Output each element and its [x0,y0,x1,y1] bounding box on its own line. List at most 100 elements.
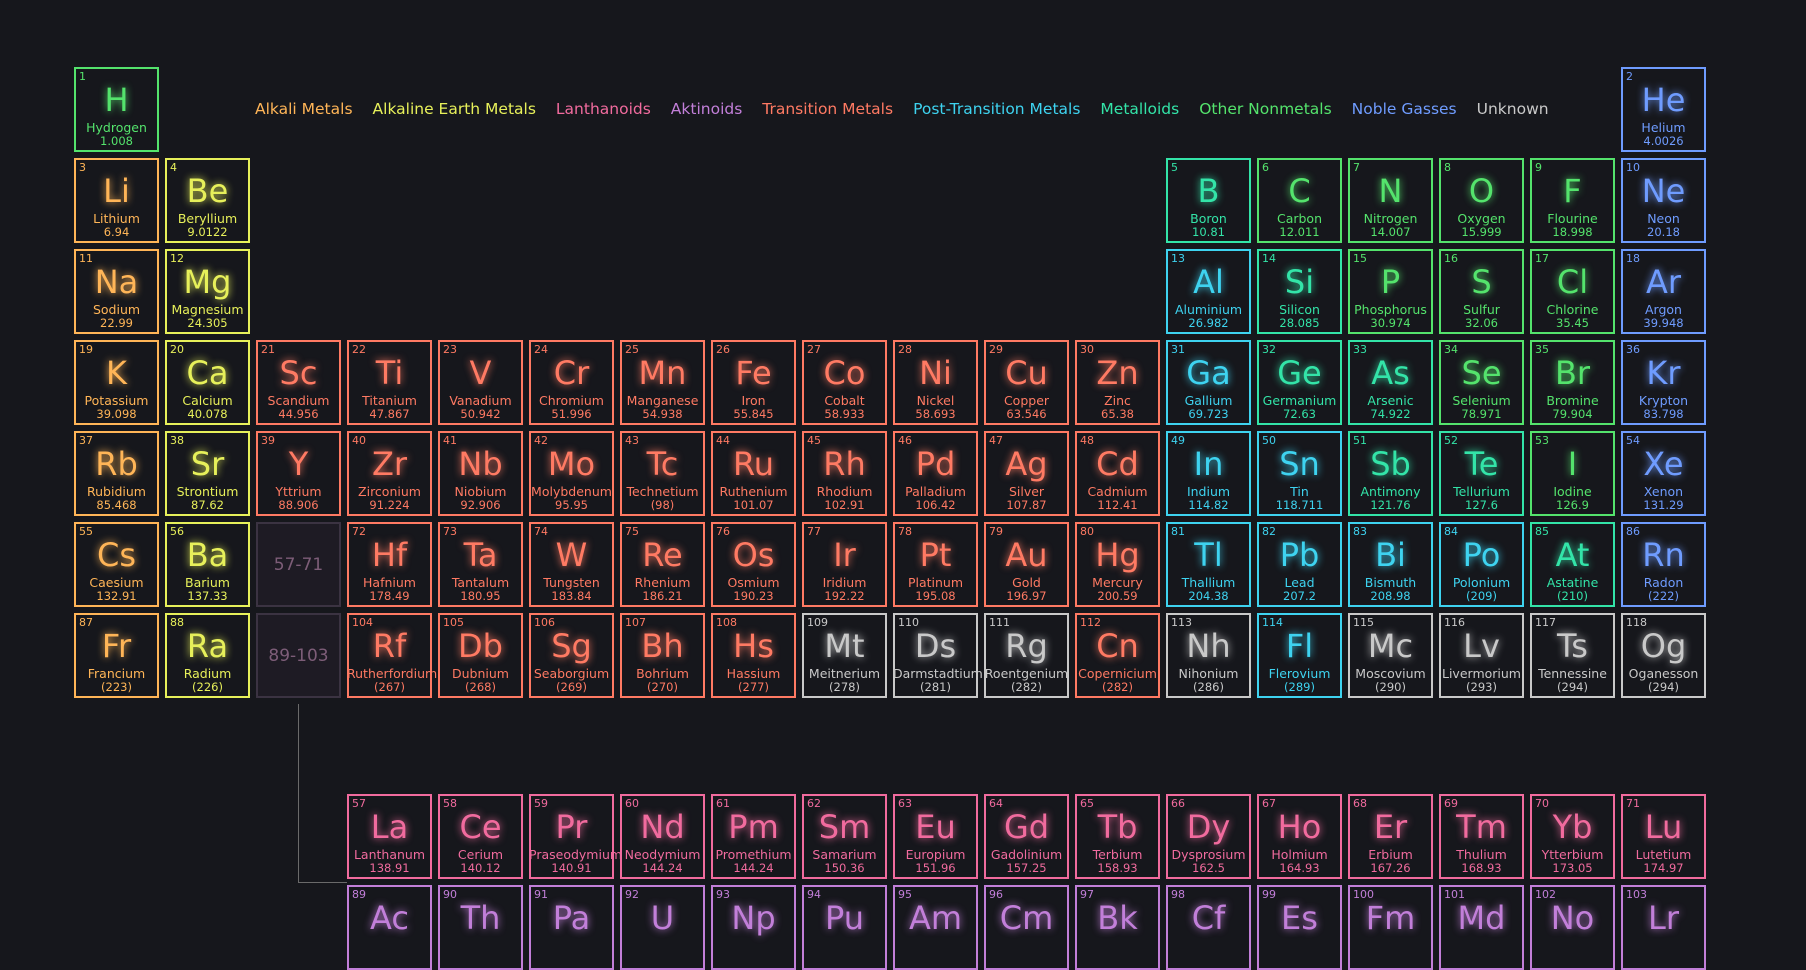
element-cell-mc[interactable]: 115 Mc Moscovium (290) [1348,613,1433,698]
element-cell-pb[interactable]: 82 Pb Lead 207.2 [1257,522,1342,607]
element-cell-cn[interactable]: 112 Cn Copernicium (282) [1075,613,1160,698]
element-cell-f[interactable]: 9 F Flourine 18.998 [1530,158,1615,243]
legend-item-noble[interactable]: Noble Gasses [1352,98,1457,120]
element-cell-kr[interactable]: 36 Kr Krypton 83.798 [1621,340,1706,425]
element-cell-ti[interactable]: 22 Ti Titanium 47.867 [347,340,432,425]
element-cell-cd[interactable]: 48 Cd Cadmium 112.41 [1075,431,1160,516]
element-cell-as[interactable]: 33 As Arsenic 74.922 [1348,340,1433,425]
element-cell-gd[interactable]: 64 Gd Gadolinium 157.25 [984,794,1069,879]
element-cell-co[interactable]: 27 Co Cobalt 58.933 [802,340,887,425]
element-cell-ho[interactable]: 67 Ho Holmium 164.93 [1257,794,1342,879]
element-cell-sm[interactable]: 62 Sm Samarium 150.36 [802,794,887,879]
element-cell-fe[interactable]: 26 Fe Iron 55.845 [711,340,796,425]
element-cell-mo[interactable]: 42 Mo Molybdenum 95.95 [529,431,614,516]
element-cell-pm[interactable]: 61 Pm Promethium 144.24 [711,794,796,879]
element-cell-mg[interactable]: 12 Mg Magnesium 24.305 [165,249,250,334]
legend-item-actinoid[interactable]: Aktinoids [671,98,743,120]
element-cell-c[interactable]: 6 C Carbon 12.011 [1257,158,1342,243]
element-cell-fr[interactable]: 87 Fr Francium (223) [74,613,159,698]
element-cell-ar[interactable]: 18 Ar Argon 39.948 [1621,249,1706,334]
element-cell-ds[interactable]: 110 Ds Darmstadtium (281) [893,613,983,698]
element-cell-sn[interactable]: 50 Sn Tin 118.711 [1257,431,1342,516]
element-cell-i[interactable]: 53 I Iodine 126.9 [1530,431,1615,516]
element-cell-k[interactable]: 19 K Potassium 39.098 [74,340,159,425]
element-cell-te[interactable]: 52 Te Tellurium 127.6 [1439,431,1524,516]
legend-item-nonmetal[interactable]: Other Nonmetals [1199,98,1331,120]
element-cell-u[interactable]: 92 U [620,885,705,970]
element-cell-tc[interactable]: 43 Tc Technetium (98) [620,431,705,516]
element-cell-bh[interactable]: 107 Bh Bohrium (270) [620,613,705,698]
element-cell-nd[interactable]: 60 Nd Neodymium 144.24 [620,794,705,879]
element-cell-n[interactable]: 7 N Nitrogen 14.007 [1348,158,1433,243]
element-cell-rn[interactable]: 86 Rn Radon (222) [1621,522,1706,607]
element-cell-rg[interactable]: 111 Rg Roentgenium (282) [984,613,1069,698]
element-cell-nb[interactable]: 41 Nb Niobium 92.906 [438,431,523,516]
element-cell-rh[interactable]: 45 Rh Rhodium 102.91 [802,431,887,516]
element-cell-ta[interactable]: 73 Ta Tantalum 180.95 [438,522,523,607]
element-cell-ts[interactable]: 117 Ts Tennessine (294) [1530,613,1615,698]
element-cell-sb[interactable]: 51 Sb Antimony 121.76 [1348,431,1433,516]
element-cell-se[interactable]: 34 Se Selenium 78.971 [1439,340,1524,425]
legend-item-alkali[interactable]: Alkali Metals [255,98,353,120]
element-cell-lv[interactable]: 116 Lv Livermorium (293) [1439,613,1524,698]
element-cell-th[interactable]: 90 Th [438,885,523,970]
element-cell-ca[interactable]: 20 Ca Calcium 40.078 [165,340,250,425]
element-cell-no[interactable]: 102 No [1530,885,1615,970]
element-cell-mn[interactable]: 25 Mn Manganese 54.938 [620,340,705,425]
element-cell-pd[interactable]: 46 Pd Palladium 106.42 [893,431,978,516]
element-cell-rb[interactable]: 37 Rb Rubidium 85.468 [74,431,159,516]
legend-item-transition[interactable]: Transition Metals [762,98,893,120]
element-cell-xe[interactable]: 54 Xe Xenon 131.29 [1621,431,1706,516]
element-cell-si[interactable]: 14 Si Silicon 28.085 [1257,249,1342,334]
element-cell-yb[interactable]: 70 Yb Ytterbium 173.05 [1530,794,1615,879]
element-cell-ra[interactable]: 88 Ra Radium (226) [165,613,250,698]
element-cell-v[interactable]: 23 V Vanadium 50.942 [438,340,523,425]
element-cell-ac[interactable]: 89 Ac [347,885,432,970]
element-cell-es[interactable]: 99 Es [1257,885,1342,970]
element-cell-br[interactable]: 35 Br Bromine 79.904 [1530,340,1615,425]
element-cell-au[interactable]: 79 Au Gold 196.97 [984,522,1069,607]
element-cell-dy[interactable]: 66 Dy Dysprosium 162.5 [1166,794,1251,879]
element-cell-lu[interactable]: 71 Lu Lutetium 174.97 [1621,794,1706,879]
element-cell-cl[interactable]: 17 Cl Chlorine 35.45 [1530,249,1615,334]
element-cell-ba[interactable]: 56 Ba Barium 137.33 [165,522,250,607]
element-cell-re[interactable]: 75 Re Rhenium 186.21 [620,522,705,607]
element-cell-po[interactable]: 84 Po Polonium (209) [1439,522,1524,607]
element-cell-sg[interactable]: 106 Sg Seaborgium (269) [529,613,614,698]
element-cell-eu[interactable]: 63 Eu Europium 151.96 [893,794,978,879]
element-cell-li[interactable]: 3 Li Lithium 6.94 [74,158,159,243]
element-cell-cr[interactable]: 24 Cr Chromium 51.996 [529,340,614,425]
element-cell-nh[interactable]: 113 Nh Nihonium (286) [1166,613,1251,698]
element-cell-hg[interactable]: 80 Hg Mercury 200.59 [1075,522,1160,607]
element-cell-fm[interactable]: 100 Fm [1348,885,1433,970]
element-cell-ir[interactable]: 77 Ir Iridium 192.22 [802,522,887,607]
element-cell-fl[interactable]: 114 Fl Flerovium (289) [1257,613,1342,698]
element-cell-ne[interactable]: 10 Ne Neon 20.18 [1621,158,1706,243]
element-cell-tb[interactable]: 65 Tb Terbium 158.93 [1075,794,1160,879]
legend-item-metalloid[interactable]: Metalloids [1100,98,1179,120]
element-cell-pt[interactable]: 78 Pt Platinum 195.08 [893,522,978,607]
legend-item-post[interactable]: Post-Transition Metals [913,98,1080,120]
element-cell-in[interactable]: 49 In Indium 114.82 [1166,431,1251,516]
element-cell-ga[interactable]: 31 Ga Gallium 69.723 [1166,340,1251,425]
element-cell-b[interactable]: 5 B Boron 10.81 [1166,158,1251,243]
element-cell-db[interactable]: 105 Db Dubnium (268) [438,613,523,698]
element-cell-zn[interactable]: 30 Zn Zinc 65.38 [1075,340,1160,425]
lanthanoid-range-placeholder[interactable]: 57-71 [256,522,341,607]
element-cell-sr[interactable]: 38 Sr Strontium 87.62 [165,431,250,516]
element-cell-cs[interactable]: 55 Cs Caesium 132.91 [74,522,159,607]
element-cell-ni[interactable]: 28 Ni Nickel 58.693 [893,340,978,425]
element-cell-os[interactable]: 76 Os Osmium 190.23 [711,522,796,607]
actinoid-range-placeholder[interactable]: 89-103 [256,613,341,698]
element-cell-la[interactable]: 57 La Lanthanum 138.91 [347,794,432,879]
element-cell-o[interactable]: 8 O Oxygen 15.999 [1439,158,1524,243]
element-cell-tl[interactable]: 81 Tl Thallium 204.38 [1166,522,1251,607]
element-cell-sc[interactable]: 21 Sc Scandium 44.956 [256,340,341,425]
element-cell-al[interactable]: 13 Al Aluminium 26.982 [1166,249,1251,334]
element-cell-zr[interactable]: 40 Zr Zirconium 91.224 [347,431,432,516]
element-cell-ce[interactable]: 58 Ce Cerium 140.12 [438,794,523,879]
element-cell-at[interactable]: 85 At Astatine (210) [1530,522,1615,607]
element-cell-be[interactable]: 4 Be Beryllium 9.0122 [165,158,250,243]
element-cell-y[interactable]: 39 Y Yttrium 88.906 [256,431,341,516]
element-cell-cf[interactable]: 98 Cf [1166,885,1251,970]
